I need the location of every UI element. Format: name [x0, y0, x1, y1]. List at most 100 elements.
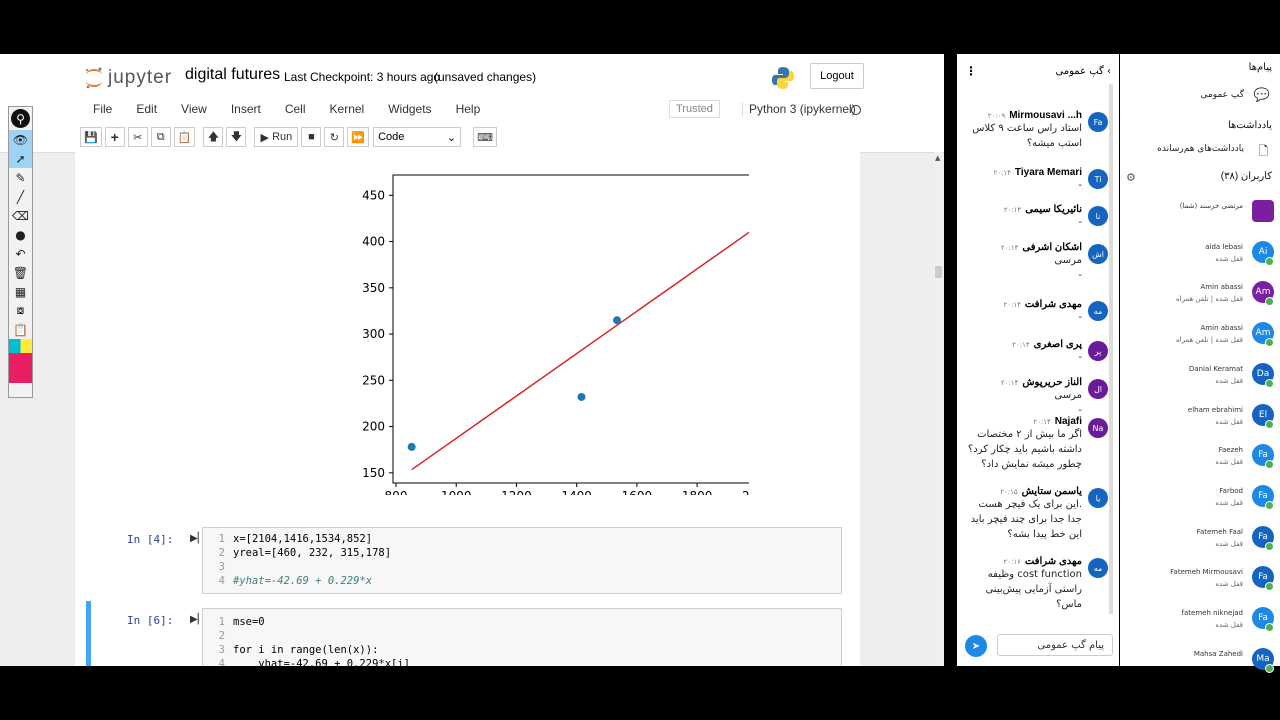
chat-avatar[interactable]: Na — [1088, 418, 1108, 438]
camera-icon[interactable]: ⧇ — [9, 301, 32, 320]
logout-button[interactable]: Logout — [810, 63, 864, 89]
online-status-icon — [1265, 623, 1274, 632]
chat-scrollbar[interactable] — [1109, 84, 1113, 614]
menu-widgets[interactable]: Widgets — [388, 102, 431, 116]
chat-title-wrap[interactable]: گپ عمومی ‹ — [1055, 66, 1111, 77]
user-list-item[interactable]: elham ebrahimi قفل شده El — [1120, 402, 1280, 442]
scrollbar-thumb[interactable] — [935, 266, 942, 278]
message-author: مهدی شرافت — [1024, 556, 1082, 567]
chat-avatar[interactable]: نا — [1088, 206, 1108, 226]
y-tick-label: 150 — [362, 466, 385, 480]
user-status: قفل شده — [1215, 376, 1243, 385]
user-status: قفل شده — [1215, 621, 1243, 629]
user-status: قفل شده — [1215, 580, 1243, 589]
user-name: Fatemeh Mirmousavi — [1170, 568, 1243, 577]
line-icon[interactable]: ╱ — [9, 187, 32, 206]
restart-icon: ↻ — [329, 131, 340, 144]
user-list-item[interactable]: Amin abassi قفل شده | تلفن همراه Am — [1120, 320, 1280, 360]
trusted-badge[interactable]: Trusted — [669, 100, 720, 118]
user-list-item[interactable]: aida lebasi قفل شده Ai — [1120, 239, 1280, 279]
eye-icon[interactable]: 👁 — [9, 130, 32, 149]
code-editor[interactable]: 1 x=[2104,1416,1534,852] 2 yreal=[460, 232… — [202, 527, 842, 594]
shared-notes-link[interactable]: یادداشت‌های هم‌رسانده — [1157, 144, 1244, 154]
message-time: ۲۰:۱۵ — [1000, 488, 1018, 496]
code-editor[interactable]: 1 mse=0 2 3 for i in range(len(x)): 4 yhat… — [202, 608, 842, 666]
command-palette-button[interactable]: ⌨ — [473, 127, 497, 147]
message-header: ۲۰:۱۵ یاسمن ستایش — [942, 486, 1082, 497]
chat-avatar[interactable]: اش — [1088, 244, 1108, 264]
chat-message: ۲۰:۱۴ پری اصغری - — [942, 339, 1082, 365]
undo-icon[interactable]: ↶ — [9, 244, 32, 263]
color-palette-icon[interactable] — [9, 339, 32, 353]
scroll-up-icon[interactable]: ▲ — [935, 154, 940, 162]
user-list-item[interactable]: Amin abassi قفل شده | تلفن همراه Am — [1120, 279, 1280, 319]
user-list-item[interactable]: Danial Keramat قفل شده Da — [1120, 361, 1280, 401]
menu-kernel[interactable]: Kernel — [330, 102, 365, 116]
message-text: - — [1078, 352, 1082, 363]
menu-view[interactable]: View — [181, 102, 207, 116]
data-point — [613, 316, 622, 325]
user-list-item[interactable]: Mahsa Zahedi Ma — [1120, 646, 1280, 686]
user-list-item[interactable]: fatemeh niknejad قفل شده Fa — [1120, 605, 1280, 645]
paste-button[interactable]: 📋 — [173, 127, 196, 147]
user-list-item[interactable]: Fatemeh Faal قفل شده Fa — [1120, 524, 1280, 564]
eraser-icon[interactable]: ⌫ — [9, 206, 32, 225]
chat-avatar[interactable]: مه — [1088, 558, 1108, 578]
kernel-status-icon — [851, 105, 861, 115]
notebook-area: 8001000120014001600180020001502002503003… — [75, 152, 860, 666]
chat-input[interactable]: پیام گپ عمومی — [997, 634, 1113, 656]
menu-file[interactable]: File — [93, 102, 112, 116]
chat-message: ۲۰:۱۴ الناز حریرپوش مرسی - — [942, 377, 1082, 418]
user-list-item[interactable]: Faezeh قفل شده Fa — [1120, 442, 1280, 482]
cut-button[interactable]: ✂ — [127, 127, 148, 147]
insert-cell-button[interactable]: + — [104, 127, 125, 147]
user-status: قفل شده | تلفن همراه — [1175, 295, 1243, 304]
menu-edit[interactable]: Edit — [136, 102, 157, 116]
online-status-icon — [1265, 582, 1274, 592]
send-button[interactable]: ➤ — [965, 635, 987, 657]
menu-cell[interactable]: Cell — [285, 102, 306, 116]
menu-insert[interactable]: Insert — [231, 102, 261, 116]
chat-avatar[interactable]: پر — [1088, 341, 1108, 361]
chat-avatar[interactable]: یا — [1088, 488, 1108, 508]
move-down-button[interactable]: 🡇 — [226, 127, 247, 147]
notebook-title[interactable]: digital futures — [185, 66, 280, 84]
board-icon[interactable]: ▦ — [9, 282, 32, 301]
restart-run-all-button[interactable]: ⏩ — [347, 127, 370, 147]
public-chat-link[interactable]: گپ عمومی — [1200, 90, 1244, 100]
cell-type-select[interactable]: Code ⌄ — [373, 127, 462, 147]
cell-prompt: In [6]: — [127, 614, 174, 627]
user-name: Danial Keramat — [1188, 364, 1243, 373]
menu-help[interactable]: Help — [456, 102, 481, 116]
chat-avatar[interactable]: Fa — [1088, 112, 1108, 132]
chat-avatar[interactable]: مه — [1088, 301, 1108, 321]
trash-icon[interactable]: 🗑 — [9, 263, 32, 282]
online-status-icon — [1265, 297, 1274, 307]
restart-button[interactable]: ↻ — [324, 127, 345, 147]
user-list-item[interactable]: Fatemeh Mirmousavi قفل شده Fa — [1120, 564, 1280, 604]
chat-avatar[interactable]: Ti — [1088, 169, 1108, 189]
clipboard-icon[interactable]: 📋 — [9, 320, 32, 339]
jupyter-logo-text: jupyter — [108, 67, 173, 88]
save-button[interactable]: 💾 — [80, 127, 102, 147]
interrupt-button[interactable]: ■ — [301, 127, 322, 147]
cursor-icon[interactable]: ➚ — [9, 149, 32, 168]
user-name: Amin abassi — [1200, 283, 1243, 292]
x-tick-label: 1200 — [501, 489, 532, 495]
user-list-item[interactable]: مرتضی خرسند (شما) — [1120, 198, 1280, 238]
more-options-icon[interactable]: ⋮ — [965, 64, 977, 78]
notebook-scrollbar[interactable] — [934, 152, 942, 666]
stop-icon: ■ — [308, 131, 315, 143]
copy-button[interactable]: ⧉ — [150, 127, 171, 147]
message-header: ۲۰:۱۴ الناز حریرپوش — [942, 377, 1082, 388]
run-button[interactable]: ▶ Run — [254, 127, 299, 147]
move-up-button[interactable]: 🡅 — [203, 127, 224, 147]
jupyter-logo[interactable]: jupyter — [84, 63, 172, 93]
pen-icon[interactable]: ✎ — [9, 168, 32, 187]
gear-icon[interactable]: ⚙ — [1126, 171, 1136, 184]
dot-icon[interactable]: ● — [9, 225, 32, 244]
current-color-swatch[interactable] — [9, 353, 32, 383]
code-comment: #yhat=-42.69 + 0.229*x — [233, 575, 373, 587]
chat-avatar[interactable]: ال — [1088, 379, 1108, 399]
user-list-item[interactable]: Farbod قفل شده Fa — [1120, 483, 1280, 523]
